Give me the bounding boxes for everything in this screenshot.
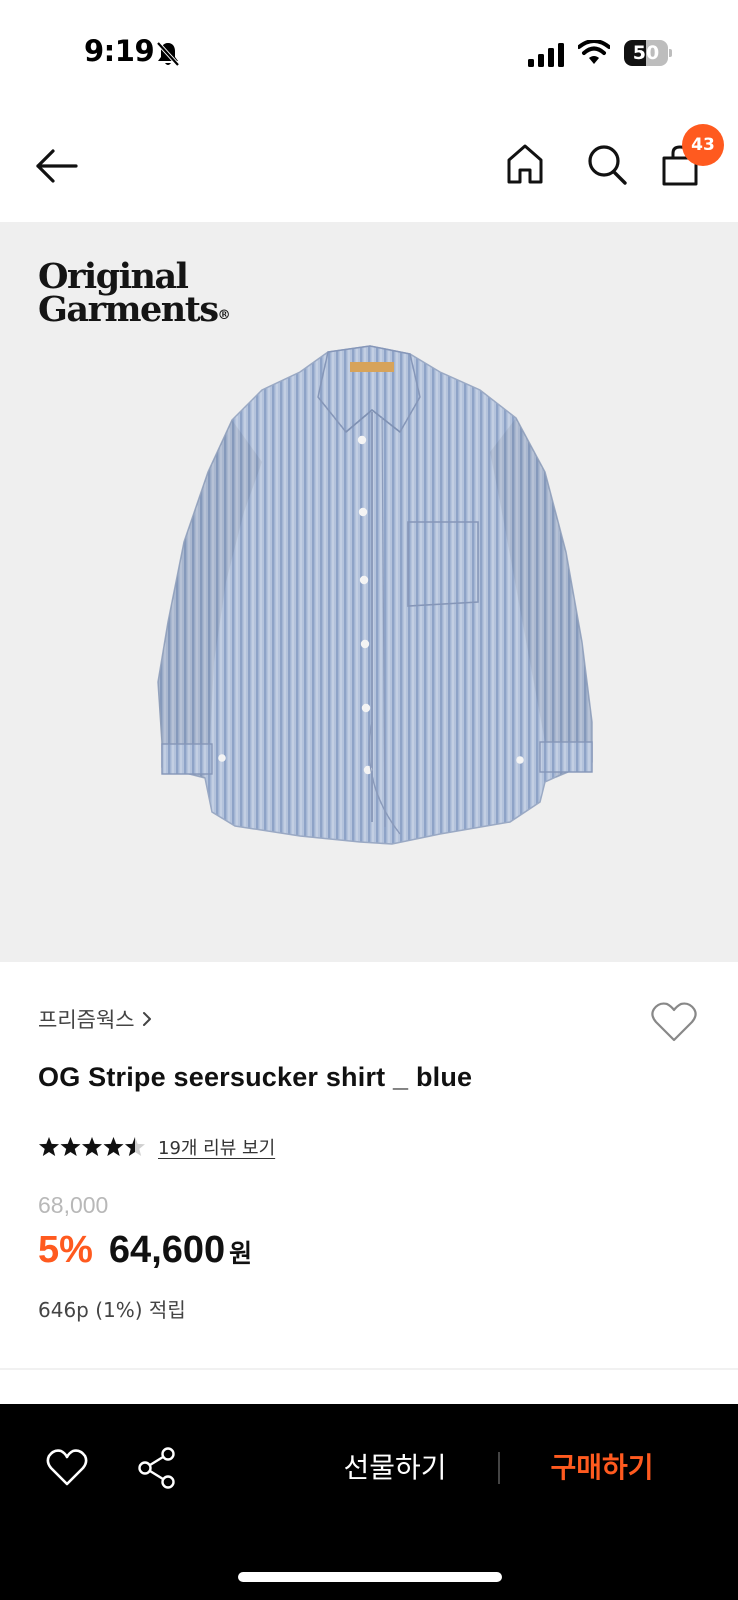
original-price: 68,000 (38, 1192, 109, 1218)
wishlist-heart-icon[interactable] (650, 1000, 698, 1044)
status-bar: 9:19 50 (0, 0, 738, 110)
currency: 원 (229, 1239, 253, 1268)
back-arrow-icon[interactable] (34, 146, 80, 186)
home-indicator[interactable] (238, 1572, 502, 1582)
shirt-illustration (157, 345, 593, 845)
star-filled (39, 1137, 59, 1156)
search-icon[interactable] (586, 142, 628, 186)
star-filled (60, 1137, 81, 1156)
top-nav: 43 (0, 110, 738, 222)
button-divider (498, 1452, 500, 1484)
brand-link[interactable]: 프리즘웍스 (38, 1004, 153, 1034)
rating-row: 19개 리뷰 보기 (38, 1134, 275, 1160)
brand-logo: Original Garments® (38, 259, 231, 332)
sale-price: 64,600 (108, 1229, 226, 1271)
brand-name: 프리즘웍스 (38, 1008, 135, 1032)
battery-icon: 50 (624, 40, 672, 66)
wifi-icon (578, 40, 610, 64)
chevron-right-icon (142, 1012, 151, 1026)
review-link[interactable]: 19개 리뷰 보기 (158, 1134, 275, 1160)
section-divider (0, 1368, 738, 1370)
product-info: 프리즘웍스 OG Stripe seersucker shirt _ blue … (0, 962, 738, 1372)
rating-stars (39, 1137, 145, 1156)
star-filled (82, 1137, 102, 1156)
bottom-action-bar: 선물하기 구매하기 (0, 1404, 738, 1600)
reward-points: 646p (1%) 적립 (38, 1298, 186, 1322)
product-image[interactable]: Original Garments® (0, 222, 738, 962)
cart-badge[interactable]: 43 (682, 124, 724, 166)
signal-icon (528, 43, 564, 67)
product-name: OG Stripe seersucker shirt _ blue (38, 1062, 473, 1092)
heart-outline-icon[interactable] (46, 1448, 88, 1488)
gift-button[interactable]: 선물하기 (330, 1444, 460, 1492)
bell-slash-icon (156, 41, 180, 67)
brand-logo-line2: Garments® (38, 289, 231, 330)
discount-rate: 5% (38, 1229, 93, 1271)
buy-button[interactable]: 구매하기 (532, 1444, 672, 1492)
battery-percent: 50 (632, 42, 660, 64)
share-icon[interactable] (136, 1446, 178, 1490)
status-time: 9:19 (84, 34, 155, 68)
home-icon[interactable] (505, 142, 545, 186)
price-row: 5% 64,600 원 (38, 1229, 252, 1272)
star-filled (103, 1137, 124, 1156)
